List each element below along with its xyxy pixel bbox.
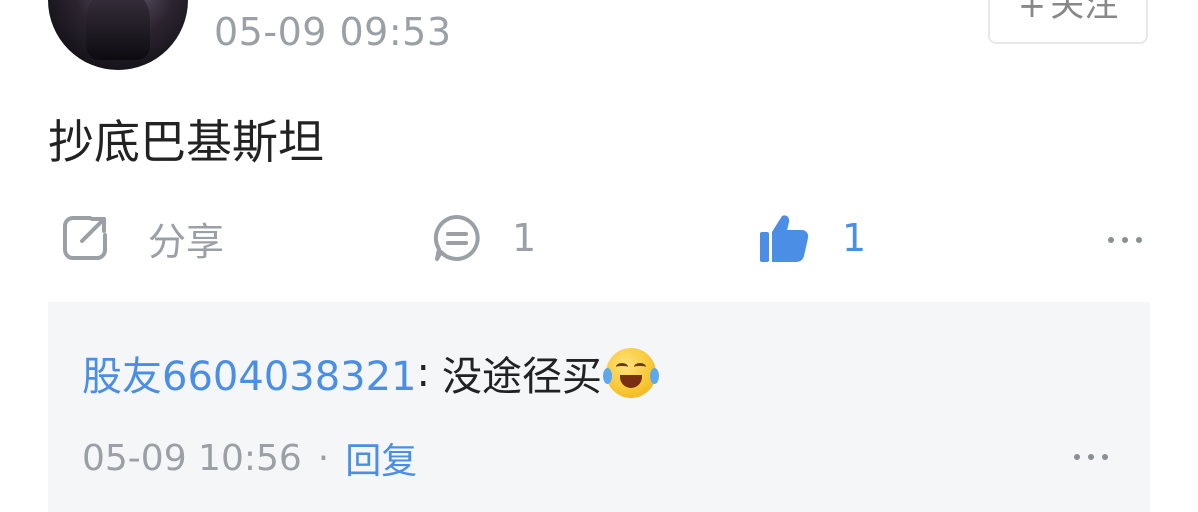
reply-dot: · (317, 437, 330, 479)
reply-button[interactable]: 回复 (345, 432, 417, 484)
comment-icon (432, 213, 482, 263)
like-count: 1 (842, 216, 867, 260)
thumbs-up-icon (758, 212, 810, 264)
more-icon[interactable] (1108, 236, 1142, 244)
share-icon (60, 213, 110, 263)
reply-username[interactable]: 股友6604038321 (82, 344, 417, 402)
reply-separator: : (416, 350, 430, 396)
follow-label: 关注 (1050, 0, 1119, 25)
comment-count: 1 (512, 216, 537, 260)
reply-meta: 05-09 10:56 · 回复 (82, 432, 417, 484)
follow-button[interactable]: + 关注 (988, 0, 1148, 44)
reply-text: 没途径买 (441, 354, 602, 400)
comment-button[interactable]: 1 (432, 210, 536, 266)
post-text: 抄底巴基斯坦 (48, 115, 324, 169)
reply-timestamp: 05-09 10:56 (82, 437, 302, 479)
laughing-crying-emoji-icon (602, 348, 659, 398)
share-label: 分享 (148, 219, 225, 264)
reply-content: 股友6604038321 : 没途径买 (82, 344, 659, 402)
avatar[interactable] (48, 0, 188, 70)
reply-more-icon[interactable] (1074, 453, 1108, 461)
like-button[interactable]: 1 (758, 210, 866, 266)
post-timestamp: 05-09 09:53 (214, 10, 452, 54)
share-button[interactable]: 分享 (60, 210, 224, 266)
plus-icon: + (1017, 0, 1047, 26)
avatar-figure (86, 0, 150, 60)
